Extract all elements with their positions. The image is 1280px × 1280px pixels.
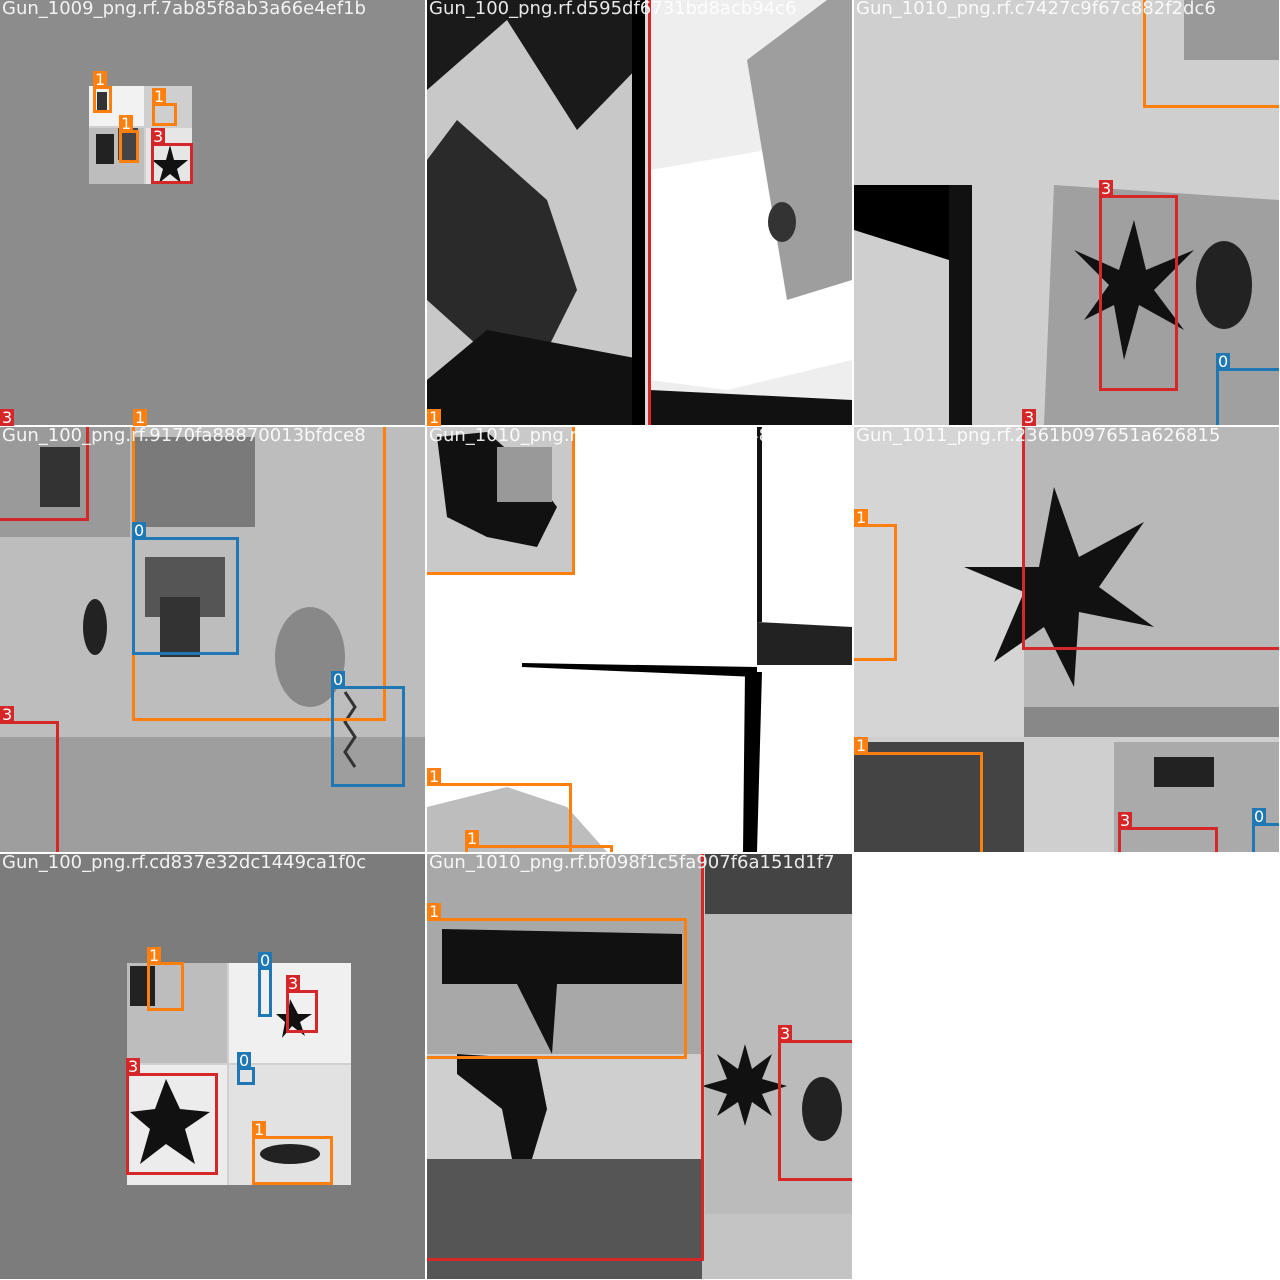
class-label: 1 <box>854 736 869 755</box>
bbox-1: 1 <box>252 1121 333 1185</box>
bbox-1: 1 <box>427 427 575 575</box>
bbox-1: 1 <box>427 768 572 852</box>
bbox-3 <box>645 0 651 425</box>
grid-divider <box>0 852 1280 854</box>
bbox-0: 0 <box>132 522 239 655</box>
grid-divider <box>852 0 854 1280</box>
class-label: 1 <box>93 70 108 89</box>
xray-image-6 <box>127 963 351 1185</box>
tile-0: 1 1 1 3 Gun_1009_png.rf.7ab85f8ab3a66e4e… <box>0 0 425 425</box>
bbox-3: 3 <box>151 128 193 184</box>
class-label: 3 <box>0 705 15 724</box>
class-label: 3 <box>151 127 166 146</box>
class-label: 1 <box>465 829 480 848</box>
class-label: 1 <box>133 408 148 427</box>
class-label: 3 <box>1099 179 1114 198</box>
bbox-3: 3 <box>0 706 59 852</box>
class-label: 1 <box>427 408 442 427</box>
class-label: 3 <box>778 1024 793 1043</box>
class-label: 0 <box>237 1051 252 1070</box>
tile-7: 1 3 3 Gun_1010_png.rf.bf098f1c5fa907f6a1… <box>427 854 852 1279</box>
tile-3: 3 1 0 0 3 Gun_100_png.rf.9170fa88870013b… <box>0 427 425 852</box>
bbox-3: 3 <box>126 1058 218 1175</box>
class-label: 0 <box>1216 352 1231 371</box>
bbox-1: 1 <box>854 737 983 852</box>
bbox-1: 1 <box>152 88 177 126</box>
xray-image-1 <box>427 0 852 425</box>
training-batch-mosaic: 1 1 1 3 Gun_1009_png.rf.7ab85f8ab3a66e4e… <box>0 0 1280 1280</box>
class-label: 3 <box>126 1057 141 1076</box>
bbox-3: 3 <box>1022 427 1279 650</box>
class-label: 0 <box>1252 807 1267 826</box>
class-label: 3 <box>1022 408 1037 427</box>
bbox-1: 1 <box>1143 0 1279 108</box>
bbox-3: 3 <box>286 975 318 1033</box>
bbox-0: 0 <box>237 1052 255 1085</box>
xray-image-0 <box>89 86 192 184</box>
tile-4: 1 1 1 Gun_1010_png.rf.789071e1a5d44048fe… <box>427 427 852 852</box>
grid-divider <box>425 0 427 1280</box>
bbox-0: 0 <box>258 952 273 1017</box>
bbox-3: 3 <box>1118 812 1218 852</box>
class-label: 1 <box>854 508 869 527</box>
bbox-3: 3 <box>0 427 89 521</box>
class-label: 0 <box>258 951 273 970</box>
class-label: 0 <box>331 670 346 689</box>
class-label: 1 <box>152 87 167 106</box>
class-label: 1 <box>252 1120 267 1139</box>
tile-1: Gun_100_png.rf.d595df6731bd8acb94c6 <box>427 0 852 425</box>
bbox-1: 1 <box>147 947 184 1011</box>
class-label: 3 <box>0 408 15 427</box>
bbox-3: 3 <box>427 854 704 1261</box>
class-label: 3 <box>1118 811 1133 830</box>
bbox-1: 1 <box>93 71 112 113</box>
tile-2: 1 3 0 Gun_1010_png.rf.c7427c9f67c882f2dc… <box>854 0 1279 425</box>
class-label: 1 <box>119 114 134 133</box>
class-label: 3 <box>286 974 301 993</box>
bbox-1: 1 <box>465 830 613 852</box>
tile-5: 3 1 1 3 0 Gun_1011_png.rf.2361b097651a62… <box>854 427 1279 852</box>
class-label: 1 <box>147 946 162 965</box>
bbox-0: 0 <box>1252 808 1279 852</box>
bbox-0: 0 <box>1216 353 1279 425</box>
bbox-0: 0 <box>331 671 405 787</box>
tile-6: 1 0 3 3 0 1 Gun_100_png.rf.cd837e32dc144… <box>0 854 425 1279</box>
class-label: 0 <box>132 521 147 540</box>
bbox-1: 1 <box>119 115 139 163</box>
class-label: 1 <box>427 767 442 786</box>
bbox-1: 1 <box>854 509 897 661</box>
bbox-3: 3 <box>1099 180 1178 391</box>
bbox-3: 3 <box>778 1025 852 1181</box>
grid-divider <box>0 425 1280 427</box>
